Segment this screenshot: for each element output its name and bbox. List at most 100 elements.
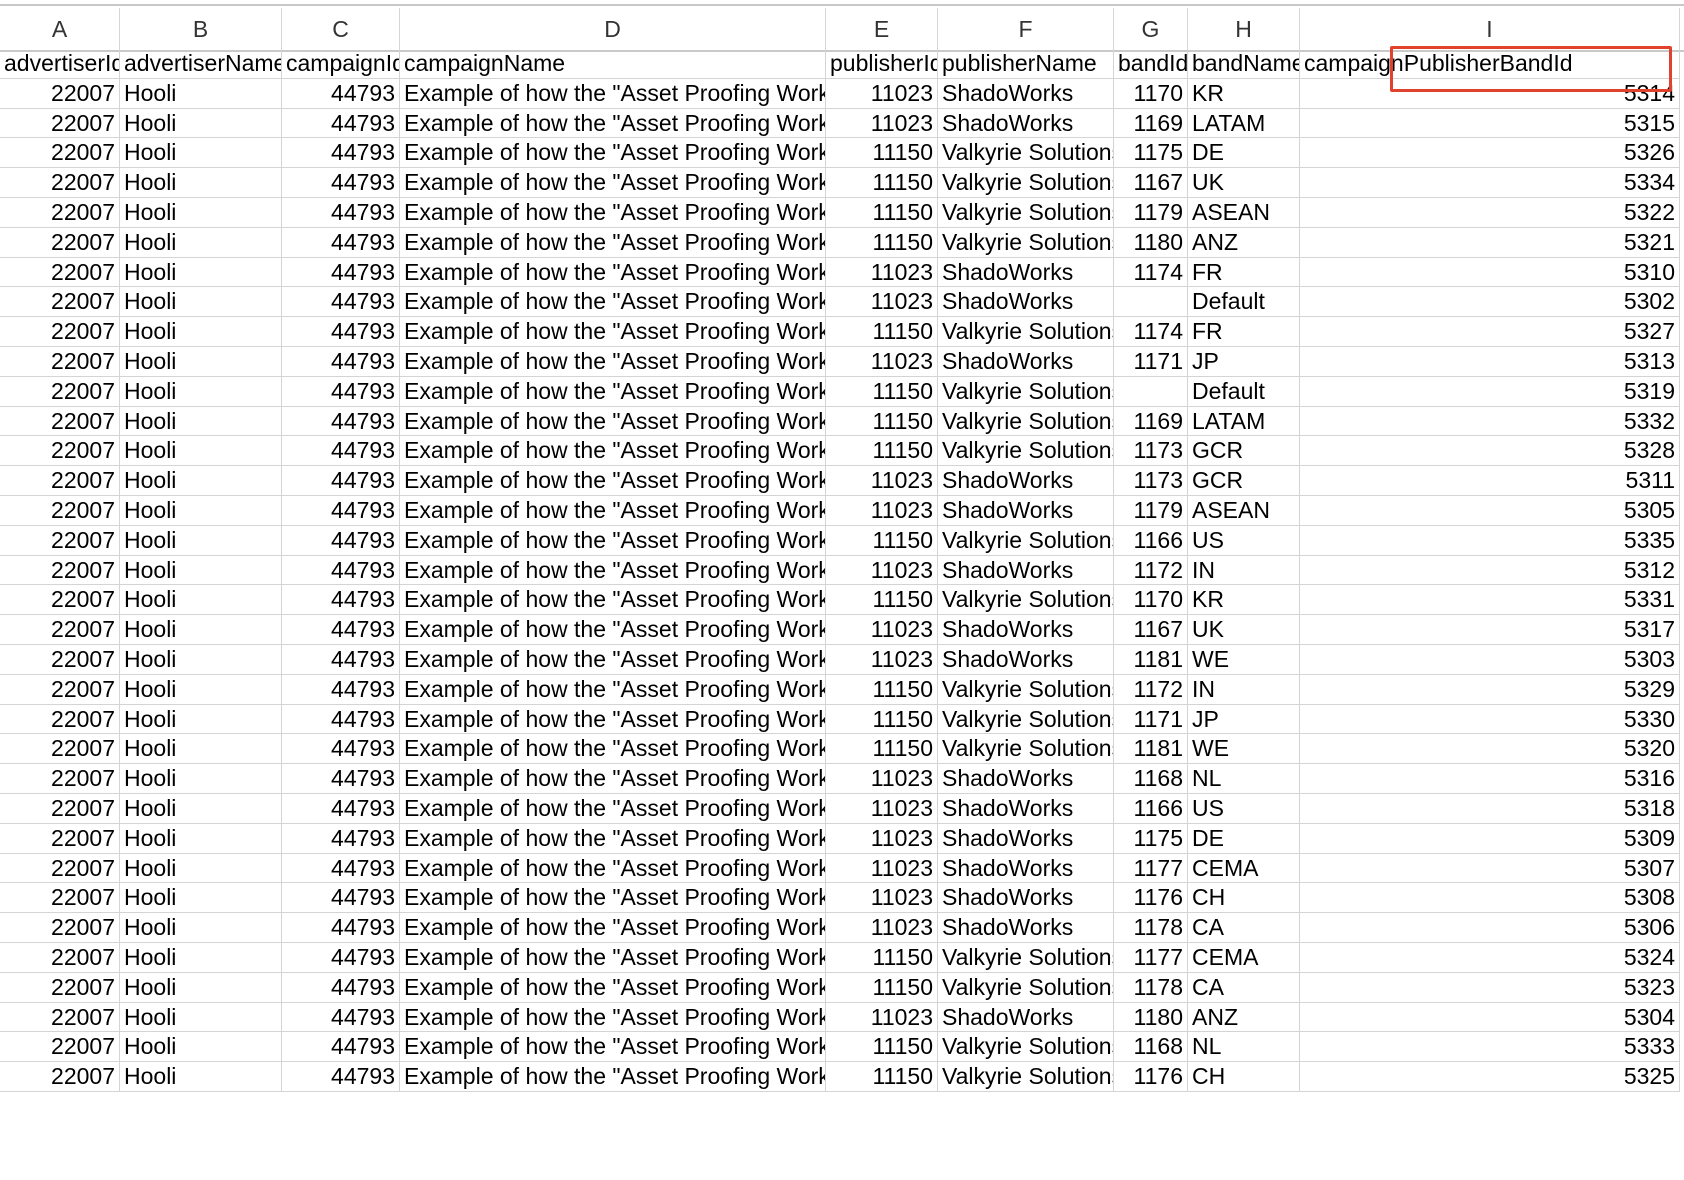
cell-advertiserName[interactable]: Hooli (120, 525, 282, 556)
cell-bandName[interactable]: WE (1188, 645, 1300, 675)
cell-advertiserName[interactable]: Hooli (120, 913, 282, 943)
cell-advertiserName[interactable]: Hooli (120, 257, 282, 288)
cell-bandId[interactable]: 1171 (1114, 704, 1188, 735)
cell-campaignId[interactable]: 44793 (282, 168, 400, 198)
cell-bandName[interactable]: LATAM (1188, 108, 1300, 139)
cell-publisherName[interactable]: Valkyrie Solutions (938, 525, 1114, 556)
cell-advertiserId[interactable]: 22007 (0, 615, 120, 645)
cell-publisherName[interactable]: ShadoWorks (938, 78, 1114, 109)
cell-advertiserId[interactable]: 22007 (0, 138, 120, 169)
cell-campaignName[interactable]: Example of how the "Asset Proofing Works… (400, 257, 826, 288)
cell-bandName[interactable]: IN (1188, 674, 1300, 705)
cell-advertiserId[interactable]: 22007 (0, 198, 120, 228)
cell-campaignName[interactable]: Example of how the "Asset Proofing Works… (400, 227, 826, 258)
cell-campaignId[interactable]: 44793 (282, 913, 400, 943)
cell-bandId[interactable]: 1169 (1114, 108, 1188, 139)
cell-publisherName[interactable]: Valkyrie Solutions (938, 943, 1114, 973)
cell-campaignId[interactable]: 44793 (282, 257, 400, 288)
cell-bandName[interactable]: Default (1188, 376, 1300, 407)
cell-publisherName[interactable]: Valkyrie Solutions (938, 1062, 1114, 1092)
cell-campaignName[interactable]: Example of how the "Asset Proofing Works… (400, 853, 826, 884)
cell-campaignId[interactable]: 44793 (282, 853, 400, 884)
cell-bandName[interactable]: JP (1188, 704, 1300, 735)
cell-publisherId[interactable]: 11023 (826, 823, 938, 854)
cell-campaignName[interactable]: Example of how the "Asset Proofing Works… (400, 138, 826, 169)
cell-campaignId[interactable]: 44793 (282, 794, 400, 824)
cell-publisherId[interactable]: 11150 (826, 1062, 938, 1092)
cell-campaignPublisherBandId[interactable]: 5323 (1300, 972, 1680, 1003)
cell-bandName[interactable]: NL (1188, 1032, 1300, 1063)
cell-bandName[interactable]: US (1188, 794, 1300, 824)
cell-publisherName[interactable]: ShadoWorks (938, 883, 1114, 914)
cell-campaignName[interactable]: Example of how the "Asset Proofing Works… (400, 1062, 826, 1092)
cell-publisherId[interactable]: 11150 (826, 585, 938, 616)
cell-advertiserName[interactable]: Hooli (120, 794, 282, 824)
cell-publisherName[interactable]: Valkyrie Solutions (938, 674, 1114, 705)
cell-advertiserName[interactable]: Hooli (120, 168, 282, 198)
header-cell-publisherName[interactable]: publisherName (938, 49, 1114, 79)
cell-campaignName[interactable]: Example of how the "Asset Proofing Works… (400, 943, 826, 973)
cell-bandId[interactable]: 1179 (1114, 198, 1188, 228)
cell-campaignName[interactable]: Example of how the "Asset Proofing Works… (400, 198, 826, 228)
cell-campaignId[interactable]: 44793 (282, 1062, 400, 1092)
cell-campaignId[interactable]: 44793 (282, 972, 400, 1003)
cell-bandName[interactable]: ASEAN (1188, 496, 1300, 526)
header-cell-campaignName[interactable]: campaignName (400, 49, 826, 79)
header-cell-bandName[interactable]: bandName (1188, 49, 1300, 79)
cell-bandName[interactable]: KR (1188, 585, 1300, 616)
cell-bandName[interactable]: Default (1188, 287, 1300, 318)
cell-advertiserId[interactable]: 22007 (0, 317, 120, 347)
cell-campaignPublisherBandId[interactable]: 5315 (1300, 108, 1680, 139)
cell-bandId[interactable]: 1174 (1114, 317, 1188, 347)
cell-campaignPublisherBandId[interactable]: 5306 (1300, 913, 1680, 943)
cell-advertiserId[interactable]: 22007 (0, 1062, 120, 1092)
cell-bandName[interactable]: DE (1188, 823, 1300, 854)
cell-campaignName[interactable]: Example of how the "Asset Proofing Works… (400, 674, 826, 705)
cell-advertiserName[interactable]: Hooli (120, 108, 282, 139)
cell-publisherId[interactable]: 11023 (826, 108, 938, 139)
cell-publisherName[interactable]: ShadoWorks (938, 764, 1114, 794)
cell-campaignPublisherBandId[interactable]: 5325 (1300, 1062, 1680, 1092)
cell-bandId[interactable]: 1166 (1114, 794, 1188, 824)
cell-campaignId[interactable]: 44793 (282, 674, 400, 705)
cell-campaignId[interactable]: 44793 (282, 287, 400, 318)
cell-advertiserId[interactable]: 22007 (0, 347, 120, 377)
cell-advertiserName[interactable]: Hooli (120, 883, 282, 914)
cell-bandId[interactable]: 1167 (1114, 615, 1188, 645)
cell-publisherId[interactable]: 11150 (826, 317, 938, 347)
cell-advertiserName[interactable]: Hooli (120, 227, 282, 258)
cell-bandId[interactable]: 1169 (1114, 406, 1188, 437)
cell-publisherId[interactable]: 11150 (826, 138, 938, 169)
cell-bandId[interactable] (1114, 287, 1188, 318)
cell-advertiserId[interactable]: 22007 (0, 406, 120, 437)
cell-publisherId[interactable]: 11023 (826, 883, 938, 914)
column-letter-g[interactable]: G (1114, 8, 1188, 50)
cell-publisherName[interactable]: Valkyrie Solutions (938, 734, 1114, 765)
cell-advertiserId[interactable]: 22007 (0, 674, 120, 705)
column-letter-f[interactable]: F (938, 8, 1114, 50)
cell-campaignId[interactable]: 44793 (282, 227, 400, 258)
cell-bandName[interactable]: FR (1188, 257, 1300, 288)
cell-advertiserId[interactable]: 22007 (0, 525, 120, 556)
cell-publisherId[interactable]: 11023 (826, 764, 938, 794)
cell-advertiserName[interactable]: Hooli (120, 1032, 282, 1063)
cell-advertiserName[interactable]: Hooli (120, 406, 282, 437)
cell-advertiserId[interactable]: 22007 (0, 823, 120, 854)
cell-campaignPublisherBandId[interactable]: 5334 (1300, 168, 1680, 198)
cell-bandId[interactable]: 1179 (1114, 496, 1188, 526)
cell-campaignId[interactable]: 44793 (282, 764, 400, 794)
cell-campaignId[interactable]: 44793 (282, 198, 400, 228)
cell-publisherName[interactable]: ShadoWorks (938, 287, 1114, 318)
cell-campaignPublisherBandId[interactable]: 5322 (1300, 198, 1680, 228)
cell-advertiserId[interactable]: 22007 (0, 257, 120, 288)
cell-advertiserId[interactable]: 22007 (0, 913, 120, 943)
cell-bandName[interactable]: UK (1188, 615, 1300, 645)
cell-bandId[interactable]: 1175 (1114, 138, 1188, 169)
cell-bandName[interactable]: CA (1188, 972, 1300, 1003)
cell-advertiserName[interactable]: Hooli (120, 317, 282, 347)
cell-campaignId[interactable]: 44793 (282, 78, 400, 109)
cell-advertiserName[interactable]: Hooli (120, 555, 282, 586)
cell-campaignName[interactable]: Example of how the "Asset Proofing Works… (400, 913, 826, 943)
cell-campaignId[interactable]: 44793 (282, 108, 400, 139)
cell-publisherId[interactable]: 11023 (826, 615, 938, 645)
